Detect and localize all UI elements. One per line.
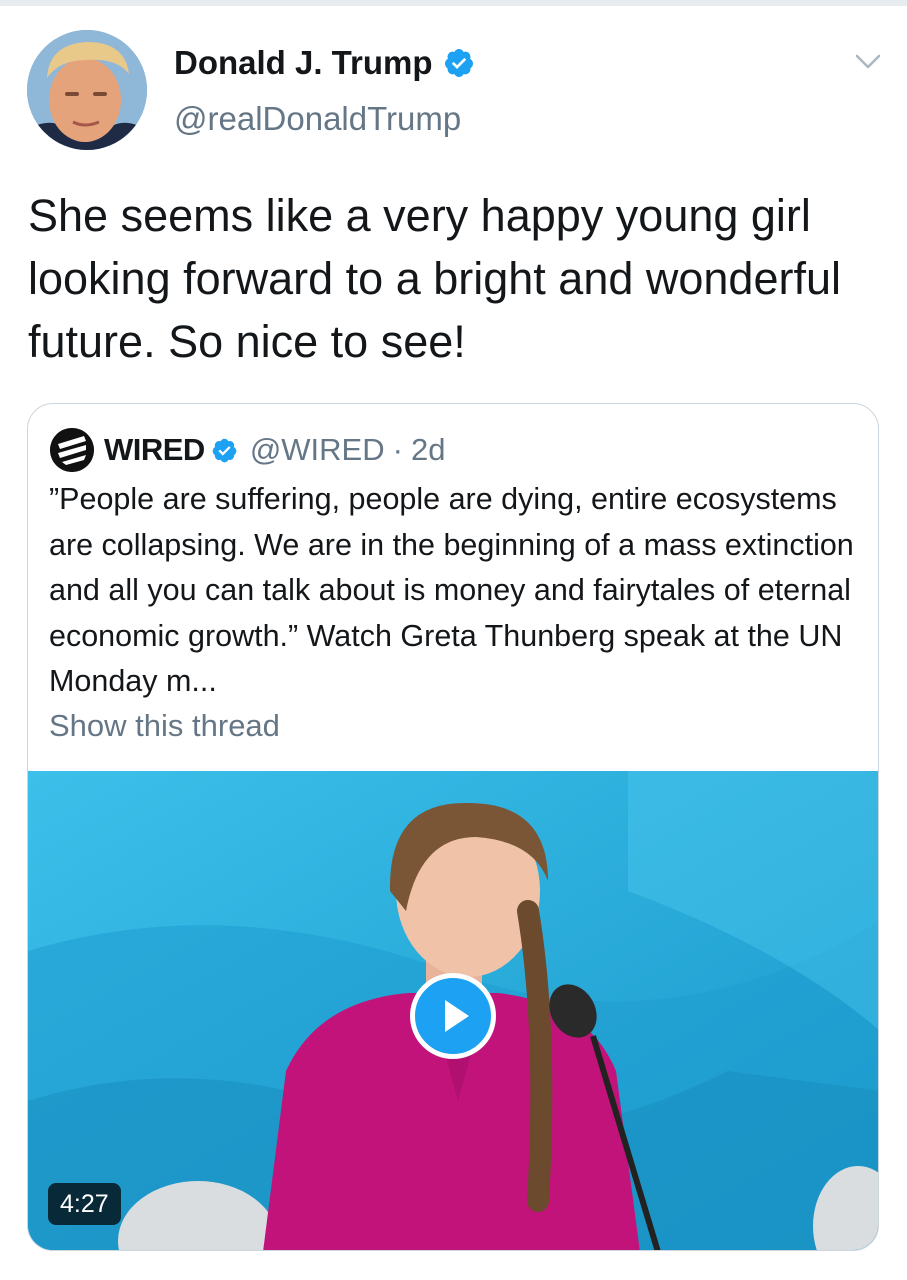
- quoted-author-name[interactable]: WIRED: [104, 432, 205, 468]
- top-divider: [0, 0, 907, 6]
- author-avatar[interactable]: [27, 30, 147, 150]
- verified-badge-icon: [444, 49, 473, 77]
- author-name[interactable]: Donald J. Trump: [174, 44, 433, 82]
- author-avatar-image: [27, 30, 147, 150]
- author-handle[interactable]: @realDonaldTrump: [174, 100, 461, 138]
- verified-badge-icon: [212, 438, 237, 462]
- video-duration-badge: 4:27: [48, 1183, 121, 1225]
- meta-separator: ·: [392, 432, 403, 467]
- tweet-text: She seems like a very happy young girl l…: [28, 190, 841, 367]
- play-button[interactable]: [410, 973, 496, 1059]
- wired-logo-icon: [50, 428, 94, 472]
- chevron-down-icon[interactable]: [853, 50, 883, 74]
- show-thread-link[interactable]: Show this thread: [49, 708, 280, 744]
- quoted-tweet-text: ”People are suffering, people are dying,…: [49, 482, 854, 698]
- wired-avatar[interactable]: [50, 428, 94, 472]
- quoted-author-handle[interactable]: @WIRED: [250, 432, 385, 468]
- video-preview[interactable]: 4:27: [28, 771, 878, 1250]
- quoted-tweet-card[interactable]: WIRED @WIRED · 2d ”People are suffering,…: [27, 403, 879, 1251]
- quoted-timestamp[interactable]: 2d: [411, 432, 445, 468]
- play-icon: [445, 1000, 469, 1032]
